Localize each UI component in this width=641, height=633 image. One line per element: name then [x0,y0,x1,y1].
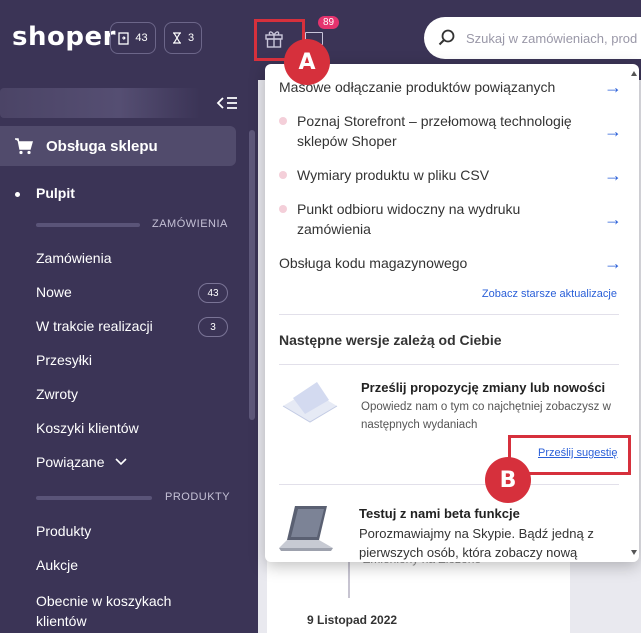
older-updates-link[interactable]: Zobacz starsze aktualizacje [265,288,617,300]
panel-scrollbar[interactable] [631,70,637,556]
divider [279,314,619,315]
sidebar-item-auctions[interactable]: Aukcje [36,557,78,573]
update-item[interactable]: Punkt odbioru widoczny na wydruku zamówi… [279,199,623,239]
mail-badge: 89 [318,16,340,29]
annotation-marker-a: A [284,39,330,85]
update-item[interactable]: Masowe odłączanie produktów powiązanych … [279,77,623,97]
next-versions-heading: Następne wersje zależą od Ciebie [279,332,502,348]
suggest-description: Opowiedz nam o tym co najchętniej zobacz… [361,401,611,431]
suggest-title: Prześlij propozycję zmiany lub nowości [361,380,606,395]
in-progress-count-badge: 3 [198,317,228,337]
pending-pill[interactable]: 3 [164,22,202,54]
updates-panel: Masowe odłączanie produktów powiązanych … [265,64,639,562]
arrow-right-icon: → [604,121,622,141]
chevron-down-icon [114,458,127,466]
beta-description: Porozmawiajmy na Skypie. Bądź jedną z pi… [359,526,594,560]
active-dot [15,192,20,197]
update-text: Punkt odbioru widoczny na wydruku zamówi… [297,201,521,237]
search-bar[interactable] [424,17,641,59]
search-icon [438,29,455,46]
sidebar-item-products[interactable]: Produkty [36,523,91,539]
sidebar-item-related[interactable]: Powiązane [36,454,127,470]
new-count-badge: 43 [198,283,228,303]
timeline-date: 9 Listopad 2022 [307,613,398,627]
pending-count: 3 [187,32,195,44]
store-name-blurred [0,88,200,118]
divider [279,364,619,365]
beta-title: Testuj z nami beta funkcje [359,506,520,521]
update-text: Poznaj Storefront – przełomową technolog… [297,113,572,149]
shoper-logo[interactable]: shoper [12,22,116,52]
sidebar-item-orders[interactable]: Zamówienia [36,250,111,266]
sidebar-item-new[interactable]: Nowe [36,284,72,300]
timeline-line [348,560,350,598]
annotation-marker-b: B [485,457,531,503]
divider-products-label: PRODUKTY [165,491,231,503]
new-orders-count: 43 [135,32,148,44]
sidebar-item-in-carts[interactable]: Obecnie w koszykach klientów [36,591,196,631]
divider-line [36,496,152,500]
update-text: Obsługa kodu magazynowego [279,255,468,271]
divider [279,484,619,485]
sidebar-item-shipments[interactable]: Przesyłki [36,352,92,368]
sidebar-item-returns[interactable]: Zwroty [36,386,78,402]
unread-dot [279,205,287,213]
hourglass-icon [172,32,181,44]
update-item[interactable]: Obsługa kodu magazynowego → [279,253,623,273]
sidebar-item-carts[interactable]: Koszyki klientów [36,420,139,436]
arrow-right-icon: → [604,209,622,229]
sidebar-item-pulpit[interactable]: Pulpit [36,185,75,201]
arrow-right-icon: → [604,165,622,185]
envelope-illustration-icon [282,382,338,423]
arrow-right-icon: → [604,77,622,97]
laptop-illustration-icon [279,506,333,551]
sidebar-item-related-label: Powiązane [36,454,105,470]
unread-dot [279,117,287,125]
sidebar-item-in-progress[interactable]: W trakcie realizacji [36,318,153,334]
store-section-label: Obsługa sklepu [46,137,158,155]
collapse-sidebar-icon[interactable] [216,96,238,110]
store-section-button[interactable]: Obsługa sklepu [0,126,236,166]
sidebar-scrollbar[interactable] [249,130,255,420]
update-item[interactable]: Poznaj Storefront – przełomową technolog… [279,111,623,151]
update-item[interactable]: Wymiary produktu w pliku CSV → [279,165,623,185]
search-input[interactable] [466,30,641,46]
update-text: Wymiary produktu w pliku CSV [297,167,490,183]
document-icon [118,31,130,45]
arrow-right-icon: → [604,253,622,273]
divider-line [36,223,140,227]
divider-orders-label: ZAMÓWIENIA [152,218,228,230]
cart-icon [15,138,33,155]
unread-dot [279,171,287,179]
new-orders-pill[interactable]: 43 [110,22,156,54]
sidebar: Obsługa sklepu Pulpit ZAMÓWIENIA Zamówie… [0,80,258,633]
